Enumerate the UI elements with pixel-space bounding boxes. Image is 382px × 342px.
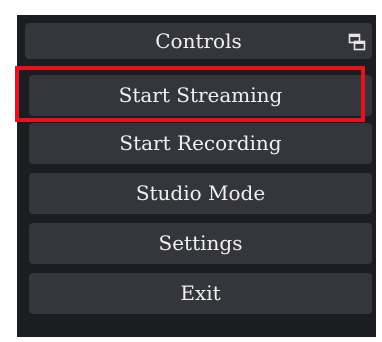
dock-title-bar[interactable]: Controls xyxy=(25,23,372,59)
start-recording-button[interactable]: Start Recording xyxy=(29,123,372,164)
studio-mode-button[interactable]: Studio Mode xyxy=(29,173,372,214)
undock-float-icon[interactable] xyxy=(348,33,366,51)
controls-dock: Controls Start Streaming Start Recording… xyxy=(17,15,376,337)
dock-title: Controls xyxy=(155,29,242,53)
settings-button[interactable]: Settings xyxy=(29,223,372,264)
start-streaming-button[interactable]: Start Streaming xyxy=(29,75,372,116)
exit-button[interactable]: Exit xyxy=(29,273,372,314)
